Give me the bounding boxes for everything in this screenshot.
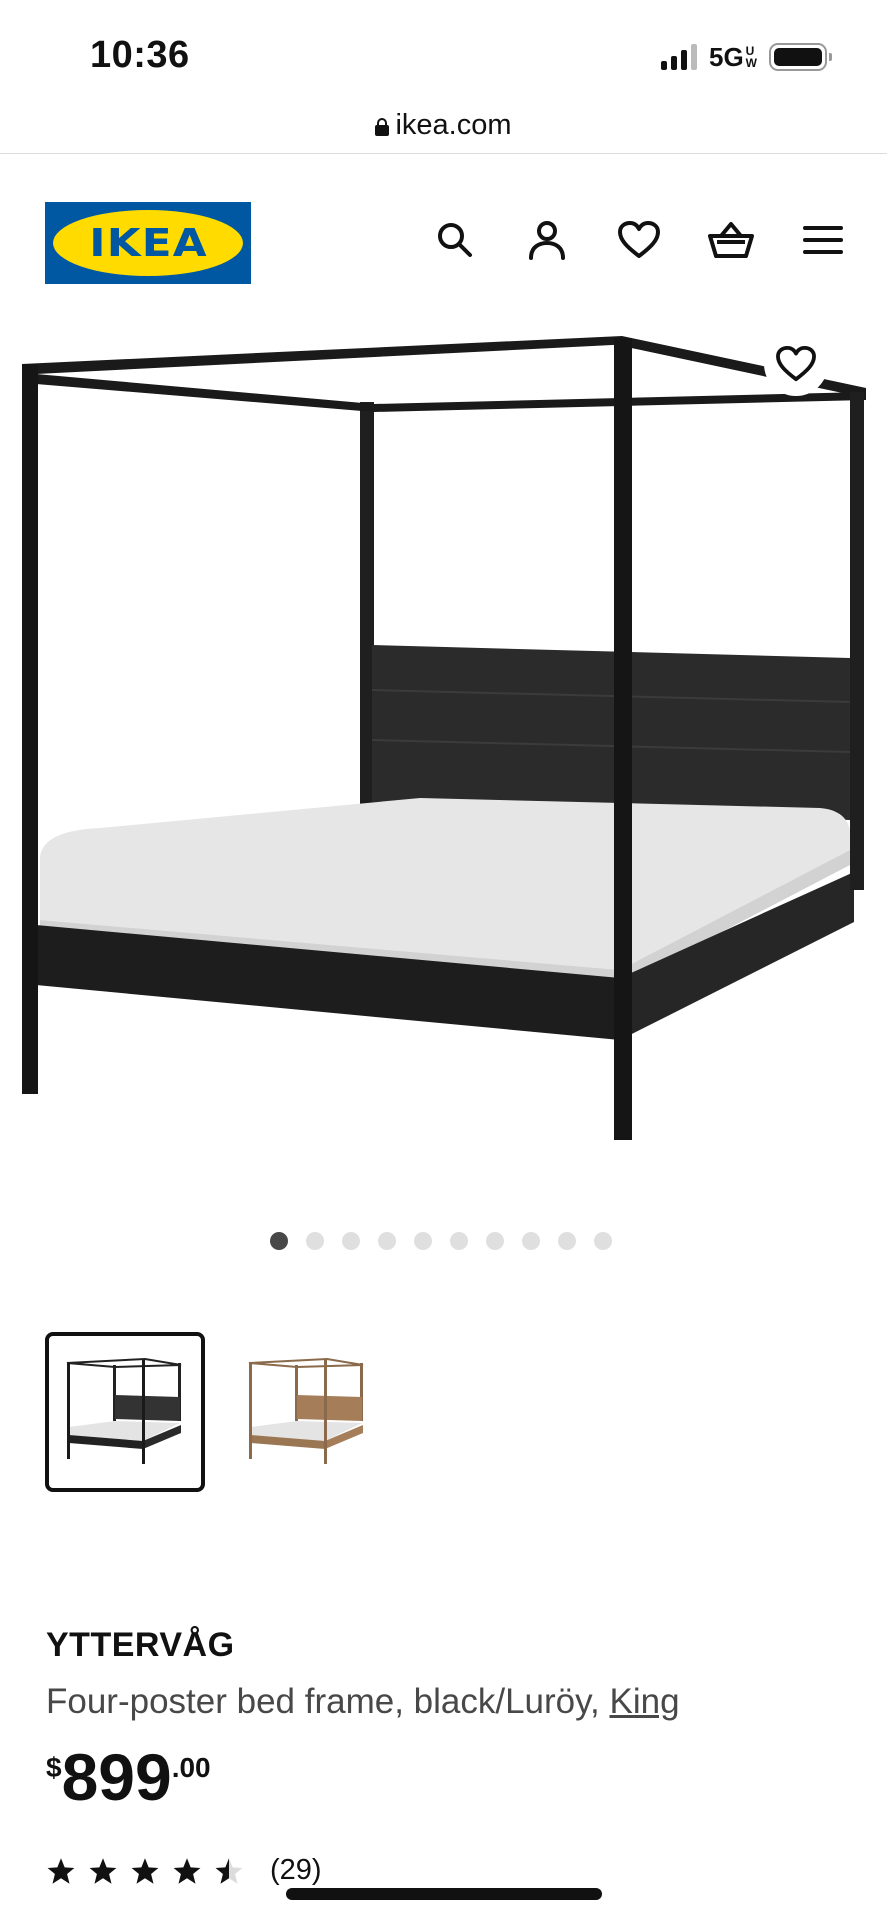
header-nav: [431, 216, 847, 264]
rating-count: (29): [270, 1854, 322, 1886]
product-name: YTTERVÅG: [46, 1626, 235, 1664]
price-integer: 899: [61, 1740, 172, 1814]
logo-text: IKEA: [88, 221, 208, 265]
carousel-dot[interactable]: [270, 1232, 288, 1250]
divider: [0, 153, 887, 154]
network-sup: UW: [745, 44, 757, 70]
product-price: $ 899 .00: [46, 1744, 211, 1810]
variant-thumbnails: [45, 1332, 387, 1492]
star-icon: [131, 1857, 159, 1884]
carousel-dot[interactable]: [306, 1232, 324, 1250]
product-image[interactable]: [0, 320, 887, 1144]
carousel-dot[interactable]: [594, 1232, 612, 1250]
star-icon: [47, 1857, 75, 1884]
carousel-dot[interactable]: [414, 1232, 432, 1250]
status-time: 10:36: [90, 34, 190, 76]
favorites-icon[interactable]: [615, 216, 663, 264]
search-icon[interactable]: [431, 216, 479, 264]
variant-thumbnail-wood[interactable]: [227, 1332, 387, 1492]
status-indicators: 5G UW: [660, 41, 832, 72]
half-star-icon: [215, 1857, 243, 1884]
carousel-dot[interactable]: [522, 1232, 540, 1250]
size-link[interactable]: King: [610, 1682, 680, 1721]
home-indicator: [286, 1888, 602, 1900]
variant-thumbnail-black[interactable]: [45, 1332, 205, 1492]
carousel-dot[interactable]: [342, 1232, 360, 1250]
lock-icon: [375, 118, 390, 136]
network-label: 5G UW: [708, 41, 757, 72]
star-icon: [89, 1857, 117, 1884]
heart-icon: [776, 345, 816, 382]
url-bar[interactable]: ikea.com: [0, 96, 887, 154]
price-decimal: .00: [171, 1752, 211, 1783]
url-text: ikea.com: [395, 108, 512, 141]
account-icon[interactable]: [523, 216, 571, 264]
status-bar: 10:36 5G UW: [0, 0, 887, 110]
signal-icon: [660, 44, 697, 70]
ikea-logo[interactable]: IKEA: [45, 202, 251, 284]
menu-icon[interactable]: [799, 216, 847, 264]
price-currency: $: [46, 1752, 62, 1783]
battery-icon: [769, 43, 832, 71]
product-description: Four-poster bed frame, black/Luröy, King: [46, 1682, 680, 1722]
add-to-favorites-button[interactable]: [764, 332, 828, 396]
star-icon: [173, 1857, 201, 1884]
carousel-dot[interactable]: [486, 1232, 504, 1250]
carousel-dot[interactable]: [558, 1232, 576, 1250]
carousel-dot[interactable]: [378, 1232, 396, 1250]
carousel-dots: [270, 1232, 612, 1250]
product-description-text: Four-poster bed frame, black/Luröy,: [46, 1682, 610, 1721]
cart-icon[interactable]: [707, 216, 755, 264]
product-rating[interactable]: (29): [46, 1854, 322, 1887]
carousel-dot[interactable]: [450, 1232, 468, 1250]
